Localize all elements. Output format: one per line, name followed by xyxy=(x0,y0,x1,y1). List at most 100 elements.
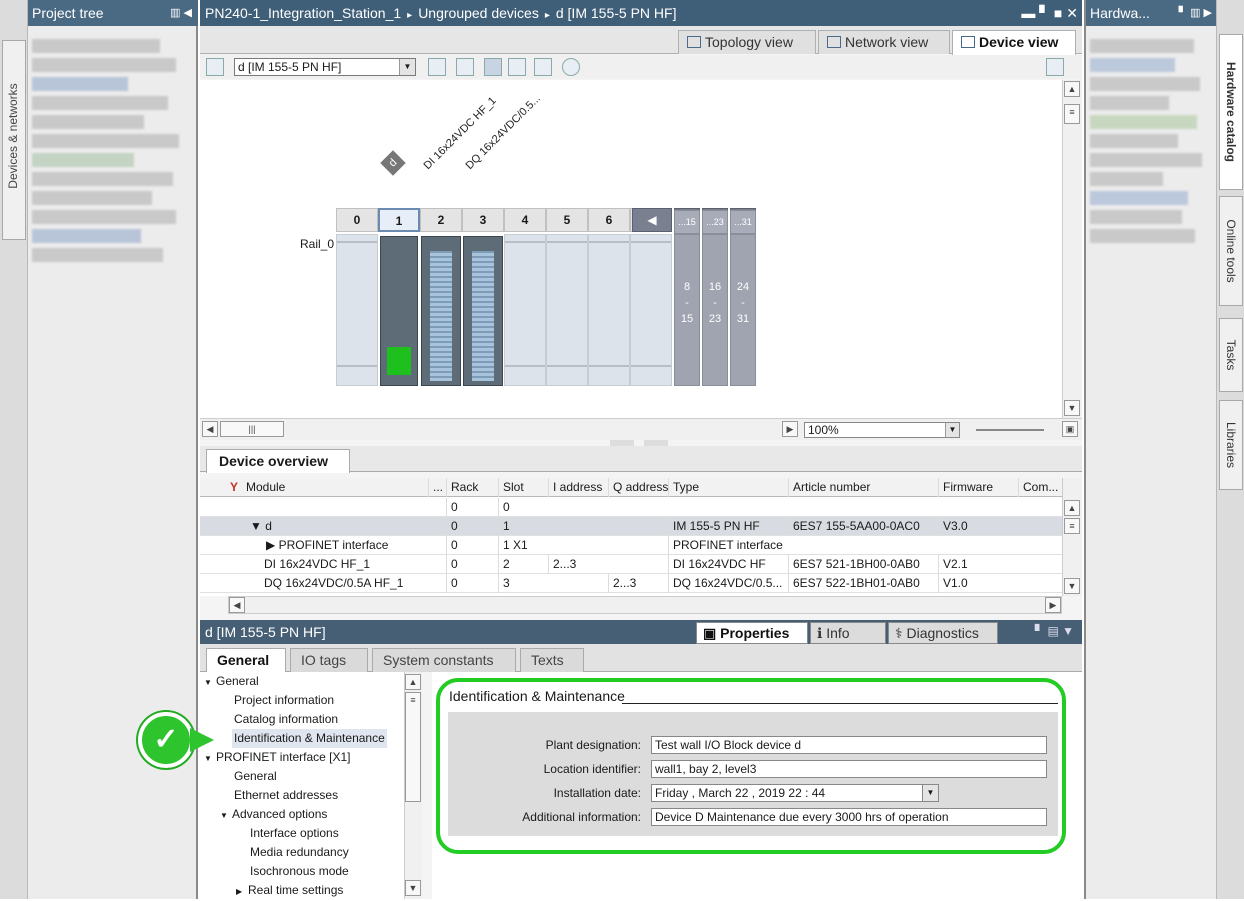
expand-triangle-icon[interactable]: ▶ xyxy=(266,538,279,552)
nav-item-isochronous-mode[interactable]: Isochronous mode xyxy=(250,862,349,881)
canvas-vertical-scrollbar[interactable]: ▲ ≡ ▼ xyxy=(1062,80,1082,418)
plant-designation-field[interactable]: Test wall I/O Block device d xyxy=(651,736,1047,754)
nav-item-project-information[interactable]: Project information xyxy=(234,691,334,710)
overview-navigation-icon[interactable]: ▣ xyxy=(1062,421,1078,437)
expand-triangle-icon[interactable]: ▼ xyxy=(250,519,265,533)
slot-header[interactable]: 4 xyxy=(504,208,546,232)
filter-icon[interactable]: Y xyxy=(226,478,242,497)
expand-triangle-icon[interactable]: ▼ xyxy=(220,806,232,825)
scroll-left-icon[interactable]: ◀ xyxy=(229,597,245,613)
slot-group[interactable]: 16 - 23 xyxy=(702,234,728,386)
scroll-down-icon[interactable]: ▼ xyxy=(405,880,421,896)
slot-header[interactable]: 0 xyxy=(336,208,378,232)
scroll-down-icon[interactable]: ▼ xyxy=(1064,578,1080,594)
table-horizontal-scrollbar[interactable]: ◀ ▶ xyxy=(228,596,1062,614)
zoom-slider[interactable] xyxy=(976,429,1044,431)
slot-group[interactable]: 24 - 31 xyxy=(730,234,756,386)
column-header[interactable]: Q address xyxy=(608,478,668,497)
nav-item-general-interface[interactable]: General xyxy=(234,767,277,786)
empty-slot[interactable] xyxy=(546,234,588,386)
page-break-icon[interactable] xyxy=(534,58,552,76)
scroll-up-icon[interactable]: ▲ xyxy=(1064,500,1080,516)
column-header[interactable]: Firmware xyxy=(938,478,1018,497)
tab-libraries[interactable]: Libraries xyxy=(1219,400,1243,490)
grid-icon[interactable] xyxy=(508,58,526,76)
show-names-icon[interactable] xyxy=(456,58,474,76)
zoom-icon[interactable] xyxy=(562,58,580,76)
expand-triangle-icon[interactable]: ▼ xyxy=(204,673,216,692)
column-header[interactable]: Type xyxy=(668,478,788,497)
device-view-canvas[interactable]: d DI 16x24VDC HF_1 DQ 16x24VDC/0.5... Ra… xyxy=(200,80,1062,418)
scroll-up-icon[interactable]: ▲ xyxy=(405,674,421,690)
column-header[interactable]: Slot xyxy=(498,478,548,497)
collapse-panel-icon[interactable] xyxy=(1046,58,1064,76)
scroll-down-icon[interactable]: ▼ xyxy=(1064,400,1080,416)
tab-device-view[interactable]: Device view xyxy=(952,30,1076,55)
column-header[interactable]: ... xyxy=(428,478,446,497)
scroll-left-icon[interactable]: ◀ xyxy=(632,208,672,232)
tab-properties[interactable]: ▣ Properties xyxy=(696,622,808,644)
scroll-right-icon[interactable]: ▶ xyxy=(1045,597,1061,613)
tab-io-tags[interactable]: IO tags xyxy=(290,648,368,672)
slot-header-selected[interactable]: 1 xyxy=(378,208,420,232)
installation-date-field[interactable]: Friday , March 22 , 2019 22 : 44 ▼ xyxy=(651,784,939,802)
table-row[interactable]: 0 0 xyxy=(200,498,1062,517)
empty-slot[interactable] xyxy=(630,234,672,386)
scroll-left-icon[interactable]: ◀ xyxy=(202,421,218,437)
panel-controls-icon[interactable]: ▘ ▥ ▶ xyxy=(1179,0,1212,26)
nav-item-media-redundancy[interactable]: Media redundancy xyxy=(250,843,349,862)
column-header[interactable]: Com... xyxy=(1018,478,1062,497)
nav-item-general[interactable]: ▼ General xyxy=(204,672,259,691)
tab-online-tools[interactable]: Online tools xyxy=(1219,196,1243,306)
window-controls[interactable]: ▬ ▘ ■ ✕ xyxy=(1021,0,1078,26)
column-header[interactable]: Module xyxy=(242,478,428,497)
nav-item-catalog-information[interactable]: Catalog information xyxy=(234,710,338,729)
slot-header[interactable]: 3 xyxy=(462,208,504,232)
location-identifier-field[interactable]: wall1, bay 2, level3 xyxy=(651,760,1047,778)
table-row[interactable]: DI 16x24VDC HF_1 0 2 2...3 DI 16x24VDC H… xyxy=(200,555,1062,574)
group-header[interactable]: ...23 xyxy=(702,210,728,234)
scroll-right-icon[interactable]: ▶ xyxy=(782,421,798,437)
tab-diagnostics[interactable]: ⚕ Diagnostics xyxy=(888,622,998,644)
nav-item-profinet-interface[interactable]: ▼ PROFINET interface [X1] xyxy=(204,748,351,767)
chevron-down-icon[interactable]: ▼ xyxy=(922,785,938,801)
collapse-left-icon[interactable]: ▥ ◀ xyxy=(170,0,192,26)
tab-network-view[interactable]: Network view xyxy=(818,30,950,54)
tab-hardware-catalog[interactable]: Hardware catalog xyxy=(1219,34,1243,190)
column-header[interactable]: Rack xyxy=(446,478,498,497)
horizontal-scroll-thumb[interactable]: ||| xyxy=(220,421,284,437)
slot-header[interactable]: 6 xyxy=(588,208,630,232)
scroll-thumb[interactable]: ≡ xyxy=(1064,518,1080,534)
show-overview-icon[interactable] xyxy=(428,58,446,76)
additional-information-field[interactable]: Device D Maintenance due every 3000 hrs … xyxy=(651,808,1047,826)
table-row[interactable]: ▼ d 0 1 IM 155-5 PN HF 6ES7 155-5AA00-0A… xyxy=(200,517,1062,536)
breadcrumb-project[interactable]: PN240-1_Integration_Station_1 xyxy=(205,0,401,26)
nav-item-real-time-settings[interactable]: ▶ Real time settings xyxy=(236,881,343,900)
slot-header[interactable]: 5 xyxy=(546,208,588,232)
slot-group[interactable]: 8 - 15 xyxy=(674,234,700,386)
expand-triangle-icon[interactable]: ▶ xyxy=(236,882,248,901)
module-dq-16x24vdc[interactable] xyxy=(463,236,503,386)
tab-texts[interactable]: Texts xyxy=(520,648,584,672)
table-row[interactable]: DQ 16x24VDC/0.5A HF_1 0 3 2...3 DQ 16x24… xyxy=(200,574,1062,593)
tab-info[interactable]: ℹ Info xyxy=(810,622,886,644)
breadcrumb-group[interactable]: Ungrouped devices xyxy=(418,0,539,26)
group-header[interactable]: ...15 xyxy=(674,210,700,234)
empty-slot[interactable] xyxy=(336,234,378,386)
column-header[interactable]: Article number xyxy=(788,478,938,497)
empty-slot[interactable] xyxy=(504,234,546,386)
nav-item-interface-options[interactable]: Interface options xyxy=(250,824,339,843)
interface-module-im155[interactable] xyxy=(380,236,418,386)
table-row[interactable]: ▶ PROFINET interface 0 1 X1 PROFINET int… xyxy=(200,536,1062,555)
module-di-16x24vdc[interactable] xyxy=(421,236,461,386)
nav-tree-scrollbar[interactable]: ▲ ≡ ▼ xyxy=(404,672,422,899)
nav-item-advanced-options[interactable]: ▼ Advanced options xyxy=(220,805,327,824)
panel-controls-icon[interactable]: ▘ ▤ ▼ xyxy=(1035,624,1074,638)
nav-item-identification-maintenance[interactable]: Identification & Maintenance xyxy=(232,729,387,748)
device-select-dropdown[interactable]: d [IM 155-5 PN HF] ▼ xyxy=(234,58,416,76)
column-header[interactable]: I address xyxy=(548,478,608,497)
zoom-select[interactable]: 100% ▼ xyxy=(804,422,960,438)
devices-networks-tab[interactable]: Devices & networks xyxy=(2,40,26,240)
scroll-thumb[interactable]: ≡ xyxy=(1064,104,1080,124)
connect-device-icon[interactable] xyxy=(206,58,224,76)
